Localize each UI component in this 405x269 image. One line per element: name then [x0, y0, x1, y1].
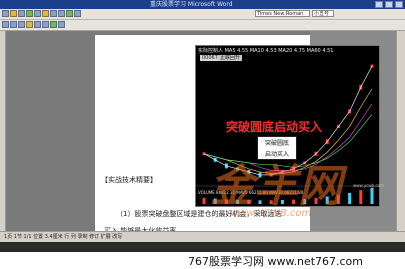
- footer-band: 767股票学习网 www.net767.com: [0, 252, 405, 269]
- standard-toolbar: Times New Roman 小五号: [0, 9, 405, 20]
- open-icon[interactable]: [10, 10, 17, 17]
- volume-bar: [359, 190, 363, 204]
- new-icon[interactable]: [2, 10, 9, 17]
- align-left-icon[interactable]: [26, 21, 33, 28]
- print-icon[interactable]: [26, 10, 33, 17]
- align-center-icon[interactable]: [34, 21, 41, 28]
- indent-icon[interactable]: [58, 21, 65, 28]
- paste-icon[interactable]: [58, 10, 65, 17]
- vertical-scrollbar[interactable]: [396, 31, 405, 231]
- bold-icon[interactable]: [2, 21, 9, 28]
- preview-icon[interactable]: [34, 10, 41, 17]
- site-watermark-url: www.YCWB.com: [230, 208, 312, 219]
- callout-line-1: 突破圆底: [264, 140, 289, 147]
- section-heading: 【实战技术精要】: [101, 176, 157, 184]
- format-icons: [2, 21, 65, 28]
- footer-watermark: 767股票学习网 www.net767.com: [188, 255, 364, 268]
- italic-icon[interactable]: [10, 21, 17, 28]
- font-size-select[interactable]: 小五号: [312, 10, 334, 17]
- formatting-toolbar: [0, 20, 405, 31]
- title-bar: 重庆股票学习 Microsoft Word: [0, 0, 405, 9]
- window-controls: [375, 1, 403, 8]
- volume-bar: [348, 192, 352, 204]
- toolbar-icons: [2, 10, 81, 17]
- align-right-icon[interactable]: [42, 21, 49, 28]
- close-icon[interactable]: [395, 1, 403, 8]
- maximize-icon[interactable]: [385, 1, 393, 8]
- chart-small-watermark: www.ycwb.com: [353, 183, 384, 188]
- status-text: 1页 1节 1/1 位置 3.4厘米 行 列 录制 修订 扩展 改写: [4, 234, 123, 240]
- chart-banner: 突破圆底启动买入: [226, 120, 323, 134]
- font-select[interactable]: Times New Roman: [255, 10, 310, 17]
- save-icon[interactable]: [18, 10, 25, 17]
- minimize-icon[interactable]: [375, 1, 383, 8]
- window-title: 重庆股票学习 Microsoft Word: [150, 1, 233, 8]
- copy-icon[interactable]: [50, 10, 57, 17]
- redo-icon[interactable]: [74, 10, 81, 17]
- cut-icon[interactable]: [42, 10, 49, 17]
- vertical-ruler: [0, 31, 6, 231]
- volume-bar: [202, 197, 206, 204]
- site-watermark: 金羊网: [210, 161, 342, 212]
- underline-icon[interactable]: [18, 21, 25, 28]
- undo-icon[interactable]: [66, 10, 73, 17]
- bullets-icon[interactable]: [50, 21, 57, 28]
- volume-bar: [370, 187, 374, 204]
- taskbar: [0, 242, 405, 252]
